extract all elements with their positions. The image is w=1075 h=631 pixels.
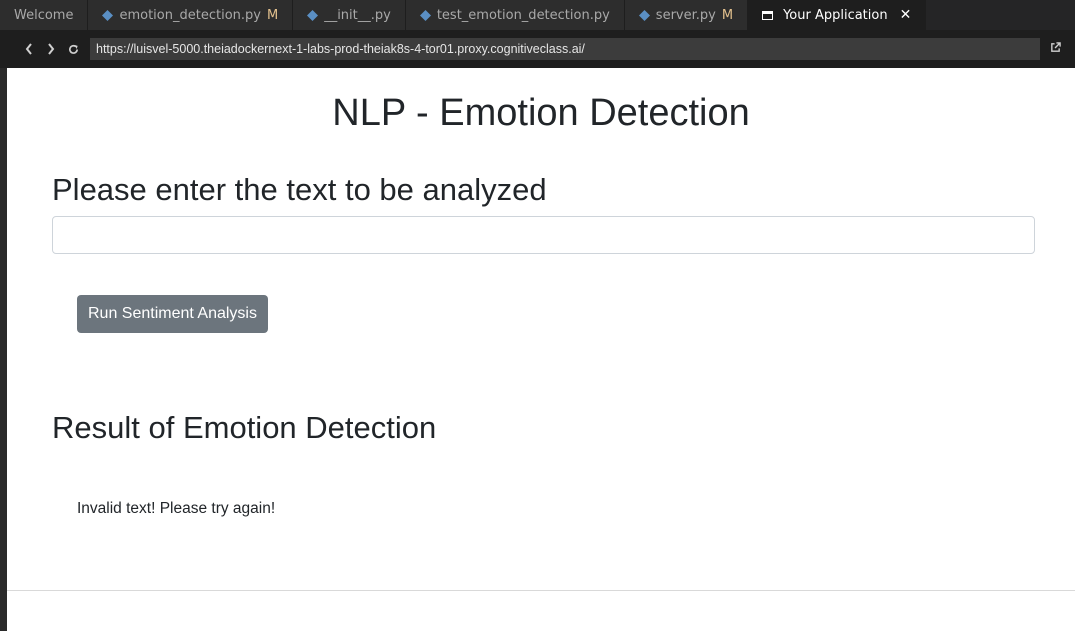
tab-server[interactable]: server.py M (624, 0, 749, 30)
result-heading: Result of Emotion Detection (52, 410, 437, 445)
tab-welcome[interactable]: Welcome (0, 0, 89, 30)
modified-marker: M (721, 7, 734, 23)
tab-label: Your Application (783, 7, 888, 23)
tab-label: emotion_detection.py (119, 7, 261, 23)
open-external-button[interactable] (1050, 42, 1061, 56)
tab-test-emotion-detection[interactable]: test_emotion_detection.py (405, 0, 625, 30)
python-file-icon (638, 9, 650, 21)
web-page: NLP - Emotion Detection Please enter the… (7, 68, 1075, 591)
chevron-left-icon (25, 43, 32, 55)
input-prompt-heading: Please enter the text to be analyzed (52, 172, 547, 207)
tab-emotion-detection[interactable]: emotion_detection.py M (88, 0, 294, 30)
run-sentiment-analysis-button[interactable]: Run Sentiment Analysis (77, 295, 268, 333)
python-file-icon (102, 9, 114, 21)
tab-init[interactable]: __init__.py (293, 0, 406, 30)
open-external-icon (1051, 42, 1061, 52)
tab-your-application[interactable]: Your Application ✕ (748, 0, 927, 30)
editor-sidebar-edge (0, 68, 7, 631)
address-bar[interactable]: https://luisvel-5000.theiadockernext-1-l… (90, 38, 1040, 60)
tab-label: Welcome (14, 7, 74, 23)
reload-button[interactable] (62, 38, 84, 60)
chevron-right-icon (48, 43, 55, 55)
forward-button[interactable] (40, 38, 62, 60)
ide-window: Welcome emotion_detection.py M __init__.… (0, 0, 1075, 631)
url-text: https://luisvel-5000.theiadockernext-1-l… (96, 42, 585, 56)
result-message: Invalid text! Please try again! (77, 500, 276, 517)
tab-label: test_emotion_detection.py (436, 7, 610, 23)
browser-toolbar: https://luisvel-5000.theiadockernext-1-l… (0, 30, 1075, 68)
tab-label: __init__.py (324, 7, 391, 23)
page-title: NLP - Emotion Detection (332, 92, 750, 134)
modified-marker: M (266, 7, 279, 23)
back-button[interactable] (18, 38, 40, 60)
python-file-icon (307, 9, 319, 21)
text-to-analyze-input[interactable] (52, 216, 1035, 254)
window-icon (762, 10, 774, 20)
close-tab-icon[interactable]: ✕ (900, 7, 912, 23)
python-file-icon (419, 9, 431, 21)
page-footer-area (7, 590, 1075, 631)
tab-label: server.py (655, 7, 716, 23)
reload-icon (68, 44, 78, 54)
editor-tab-bar: Welcome emotion_detection.py M __init__.… (0, 0, 1075, 30)
